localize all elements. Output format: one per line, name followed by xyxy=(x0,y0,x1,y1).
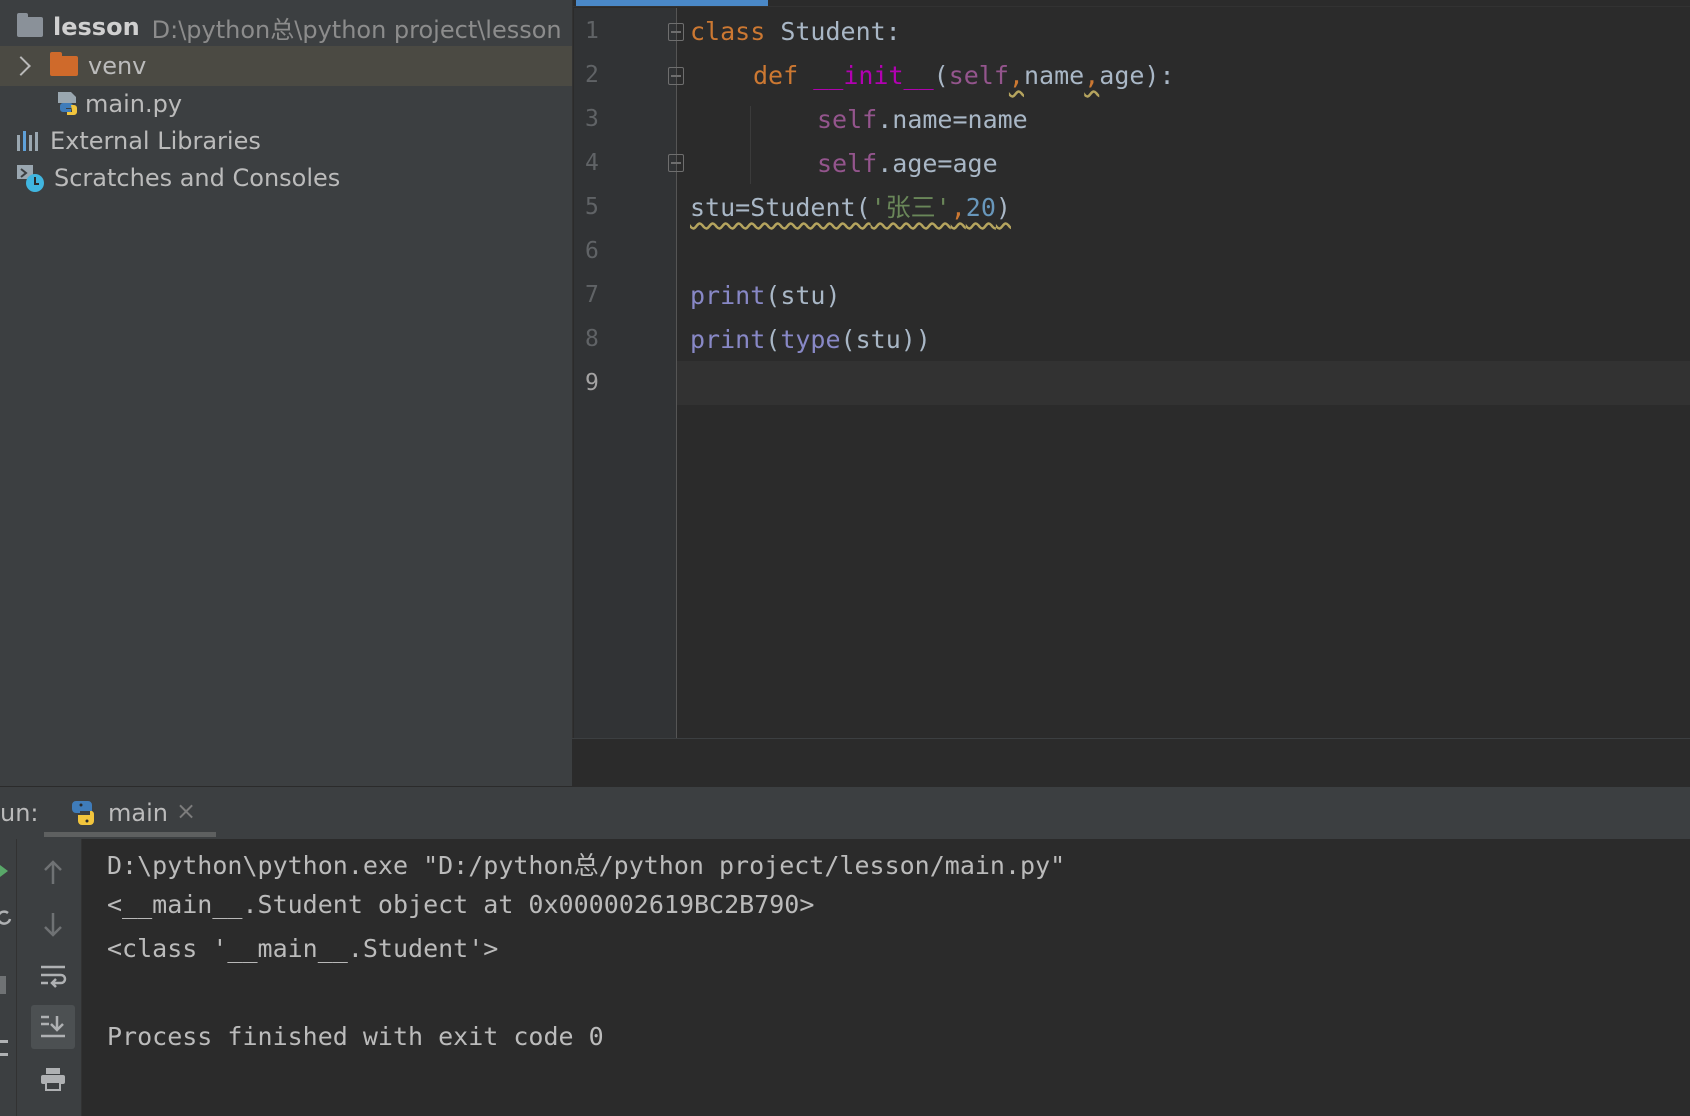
run-tab-label: main xyxy=(108,799,168,827)
stop-icon[interactable] xyxy=(0,976,6,994)
editor-bottom-area xyxy=(572,738,1690,787)
paren: ( xyxy=(765,325,781,354)
tab-strip-divider xyxy=(572,6,1690,7)
fold-marker-icon[interactable] xyxy=(668,23,684,41)
class-name: Student: xyxy=(765,17,901,46)
arrow-down-icon[interactable] xyxy=(31,902,75,946)
code-line-7[interactable]: print(stu) xyxy=(690,274,841,318)
project-tool-window: lesson D:\python总\python project\lesson … xyxy=(0,0,573,786)
code-line-1[interactable]: class Student: xyxy=(690,10,901,54)
paren: ( xyxy=(933,61,949,90)
line-number: 7 xyxy=(585,282,599,308)
indent-guide xyxy=(750,106,751,184)
tree-item-external-libraries[interactable]: External Libraries xyxy=(0,121,572,161)
layout-icon[interactable] xyxy=(0,1040,8,1056)
tree-item-label: External Libraries xyxy=(50,127,261,155)
param-age: age xyxy=(1099,61,1145,90)
fold-marker-icon[interactable] xyxy=(668,67,684,85)
code-line-3[interactable]: self.name=name xyxy=(817,98,1028,142)
assignment: .name=name xyxy=(877,105,1028,134)
tree-item-main-py[interactable]: main.py xyxy=(0,84,572,124)
console-line: <class '__main__.Student'> xyxy=(107,934,499,963)
run-label: un: xyxy=(0,799,39,827)
folder-icon xyxy=(50,52,78,76)
number-literal: 20 xyxy=(965,193,996,222)
assignment: .age=age xyxy=(877,149,998,178)
scratches-icon xyxy=(17,165,44,192)
code-line-2[interactable]: def __init__(self,name,age): xyxy=(753,54,1175,98)
paren: ) xyxy=(995,193,1011,222)
builtin-print: print xyxy=(690,325,766,354)
code-line-8[interactable]: print(type(stu)) xyxy=(690,318,931,362)
root-path: D:\python总\python project\lesson xyxy=(151,15,562,44)
keyword: def xyxy=(753,61,799,90)
line-number: 1 xyxy=(585,18,599,44)
call-prefix: stu=Student( xyxy=(690,193,871,222)
soft-wrap-icon[interactable] xyxy=(31,954,75,998)
chevron-right-icon[interactable] xyxy=(11,56,31,76)
comma: , xyxy=(1084,61,1100,90)
paren: ): xyxy=(1144,61,1175,90)
param-name: name xyxy=(1023,61,1085,90)
line-number: 5 xyxy=(585,194,599,220)
fold-end-marker-icon[interactable] xyxy=(668,154,684,172)
scroll-to-end-icon[interactable] xyxy=(31,1005,75,1049)
library-icon xyxy=(17,131,38,151)
call-args: (stu)) xyxy=(840,325,931,354)
call-args: (stu) xyxy=(765,281,841,310)
tree-item-label: Scratches and Consoles xyxy=(54,164,341,192)
close-tab-icon[interactable]: × xyxy=(176,797,196,825)
tree-item-label: venv xyxy=(88,52,147,80)
code-line-4[interactable]: self.age=age xyxy=(817,142,998,186)
print-icon[interactable] xyxy=(31,1057,75,1101)
self-param: self xyxy=(948,61,1009,90)
comma: , xyxy=(1008,61,1024,90)
tree-item-scratches[interactable]: Scratches and Consoles xyxy=(0,158,572,198)
python-icon xyxy=(72,801,95,825)
line-number-current: 9 xyxy=(585,370,599,396)
folder-icon xyxy=(17,13,43,37)
console-line: Process finished with exit code 0 xyxy=(107,1022,604,1051)
console-line: D:\python\python.exe "D:/python总/python … xyxy=(107,851,1066,880)
run-tab-underline xyxy=(44,832,216,837)
tree-item-label: main.py xyxy=(85,90,183,118)
self-ref: self xyxy=(817,105,878,134)
console-line: <__main__.Student object at 0x000002619B… xyxy=(107,890,815,919)
python-file-icon xyxy=(58,92,77,115)
comma: , xyxy=(950,193,966,222)
line-number: 6 xyxy=(585,238,599,264)
line-number: 3 xyxy=(585,106,599,132)
arrow-up-icon[interactable] xyxy=(31,851,75,895)
tree-item-venv[interactable]: venv xyxy=(0,46,572,86)
keyword: class xyxy=(690,17,766,46)
builtin-print: print xyxy=(690,281,766,310)
root-name: lesson xyxy=(53,13,140,41)
self-ref: self xyxy=(817,149,878,178)
caret-row-highlight xyxy=(677,361,1690,405)
string-literal: '张三' xyxy=(870,193,951,222)
code-line-5[interactable]: stu=Student('张三',20) xyxy=(690,186,1011,230)
line-number: 8 xyxy=(585,326,599,352)
line-number: 4 xyxy=(585,150,599,176)
function-name: __init__ xyxy=(813,61,934,90)
builtin-type: type xyxy=(780,325,841,354)
rerun-icon[interactable] xyxy=(0,863,10,879)
line-number: 2 xyxy=(585,62,599,88)
run-toolbar-secondary xyxy=(0,839,17,1116)
refresh-icon[interactable] xyxy=(0,909,12,927)
run-tool-window-header: un: main × xyxy=(0,786,1690,840)
tree-root-lesson[interactable]: lesson D:\python总\python project\lesson xyxy=(0,7,572,47)
